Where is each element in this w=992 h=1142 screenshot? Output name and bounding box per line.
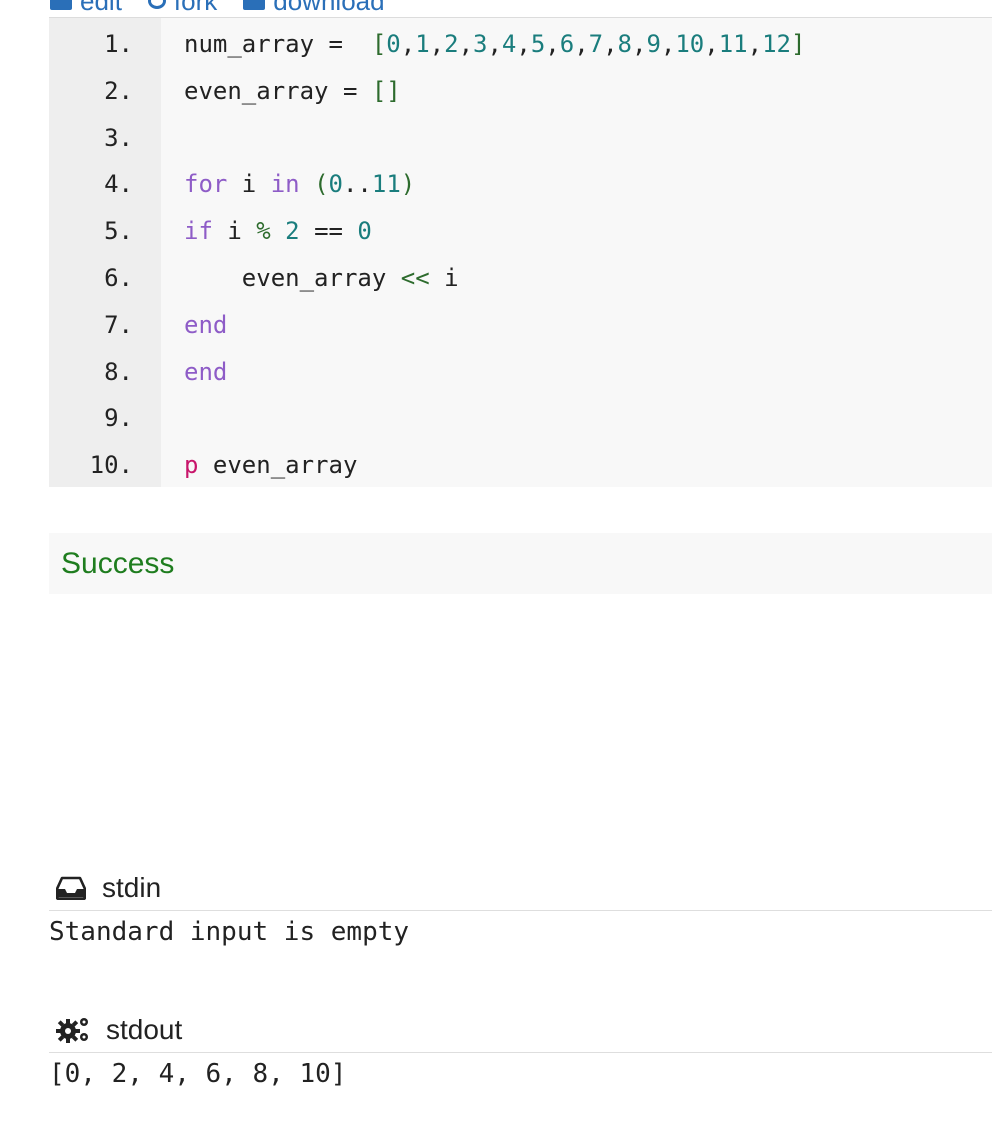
- code-line: p even_array: [184, 451, 358, 480]
- code-line: even_array = []: [184, 76, 401, 105]
- fork-link[interactable]: fork: [147, 0, 218, 17]
- stdin-content: Standard input is empty: [49, 917, 410, 947]
- line-number: 10.: [89, 451, 133, 480]
- fork-label: fork: [173, 0, 218, 16]
- line-number: 3.: [104, 123, 133, 152]
- line-number: 7.: [104, 310, 133, 339]
- line-number: 4.: [104, 170, 133, 199]
- gears-icon: [56, 1015, 90, 1045]
- stdout-header: stdout: [49, 1008, 992, 1053]
- line-number: 2.: [104, 76, 133, 105]
- line-number: 6.: [104, 263, 133, 292]
- line-number-gutter: 1. 2. 3. 4. 5. 6. 7. 8. 9. 10.: [49, 18, 161, 487]
- download-label: download: [273, 0, 385, 16]
- stdin-title: stdin: [102, 872, 162, 903]
- code-line: even_array << i: [184, 263, 459, 292]
- download-icon: [243, 0, 266, 10]
- code-line: for i in (0..11): [184, 170, 416, 199]
- fork-icon: [147, 0, 166, 9]
- stdout-section: stdout [0, 2, 4, 6, 8, 10]: [49, 1008, 992, 1089]
- stdout-title: stdout: [106, 1014, 183, 1045]
- download-link[interactable]: download: [243, 0, 385, 17]
- result-status-bar: Success: [49, 533, 992, 594]
- code-line: end: [184, 310, 228, 339]
- line-number: 5.: [104, 217, 133, 246]
- status-badge: Success: [61, 546, 175, 580]
- code-line: num_array = [0,1,2,3,4,5,6,7,8,9,10,11,1…: [184, 30, 806, 58]
- edit-link[interactable]: edit: [50, 0, 122, 17]
- line-number: 8.: [104, 357, 133, 386]
- code-line: end: [184, 357, 228, 386]
- stdout-content: [0, 2, 4, 6, 8, 10]: [49, 1059, 347, 1089]
- edit-label: edit: [80, 0, 122, 16]
- code-line: if i % 2 == 0: [184, 217, 372, 246]
- edit-icon: [50, 0, 72, 10]
- stdin-section: stdin Standard input is empty: [49, 866, 992, 947]
- line-number: 9.: [104, 404, 133, 433]
- code-lines: num_array = [0,1,2,3,4,5,6,7,8,9,10,11,1…: [161, 18, 992, 487]
- code-actions-toolbar: edit fork download: [50, 0, 385, 17]
- inbox-icon: [56, 876, 86, 900]
- source-code-block: 1. 2. 3. 4. 5. 6. 7. 8. 9. 10. num_array…: [49, 17, 992, 487]
- line-number: 1.: [104, 30, 133, 58]
- stdin-header: stdin: [49, 866, 992, 911]
